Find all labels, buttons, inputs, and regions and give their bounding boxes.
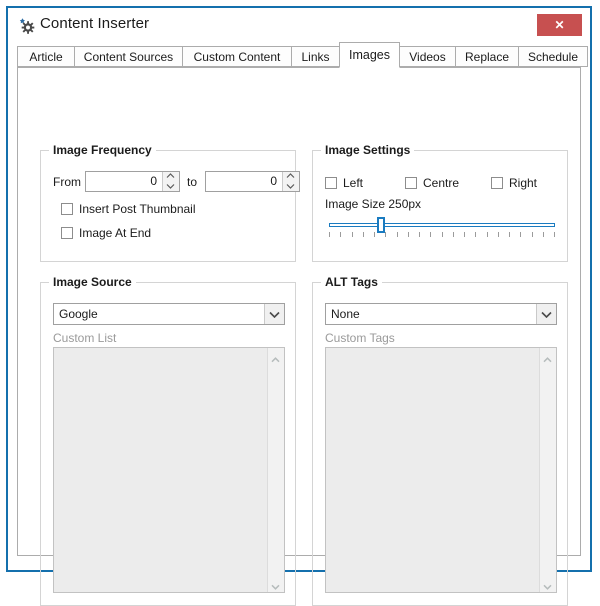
window-title: Content Inserter [40,15,150,32]
custom-list-label: Custom List [53,331,117,345]
image-source-title: Image Source [49,275,136,289]
image-settings-group: Image Settings Left Centre Right Image S… [312,143,568,262]
scroll-down-icon[interactable] [271,579,280,590]
checkbox-icon [491,177,503,189]
tab-content-sources[interactable]: Content Sources [74,46,183,67]
tab-replace[interactable]: Replace [455,46,519,67]
align-left-checkbox[interactable]: Left [325,175,363,191]
align-right-label: Right [509,176,538,190]
checkbox-icon [61,227,73,239]
checkbox-icon [61,203,73,215]
slider-tick [452,232,454,237]
image-at-end-label: Image At End [79,226,152,240]
title-bar: Content Inserter ✕ [8,8,590,42]
image-source-dropdown[interactable]: Google [53,303,285,325]
frequency-to-spinner[interactable]: 0 [205,171,300,192]
gear-icon [18,17,36,35]
image-frequency-group: Image Frequency From 0 to 0 Insert Post … [40,143,300,262]
custom-list-textarea[interactable] [53,347,285,593]
slider-tick [419,232,420,237]
alt-tags-title: ALT Tags [321,275,382,289]
close-button[interactable]: ✕ [537,14,582,36]
tab-images[interactable]: Images [339,42,400,68]
tab-videos[interactable]: Videos [399,46,456,67]
image-frequency-title: Image Frequency [49,143,156,157]
frequency-from-spinner[interactable]: 0 [85,171,180,192]
frequency-from-spin-buttons[interactable] [162,172,179,191]
frequency-from-spin-up[interactable] [163,172,179,182]
tab-links[interactable]: Links [291,46,340,67]
custom-list-text [54,348,267,592]
slider-tick [430,232,432,237]
align-centre-label: Centre [423,176,460,190]
frequency-to-value: 0 [270,174,277,188]
custom-tags-scrollbar[interactable] [539,348,556,592]
slider-ticks [329,232,555,238]
slider-tick [509,232,510,237]
to-label: to [187,175,198,189]
tab-strip: Article Content Sources Custom Content L… [17,42,588,68]
frequency-from-value: 0 [150,174,157,188]
image-source-value: Google [59,307,98,321]
slider-tick [441,232,443,237]
frequency-to-spin-buttons[interactable] [282,172,299,191]
alt-tags-value: None [331,307,360,321]
image-size-label: Image Size 250px [325,197,422,211]
slider-track[interactable] [329,223,555,227]
slider-tick [329,232,330,237]
align-right-checkbox[interactable]: Right [491,175,537,191]
tab-custom-content[interactable]: Custom Content [182,46,292,67]
slider-tick [542,232,544,237]
insert-post-thumbnail-label: Insert Post Thumbnail [79,202,196,216]
image-size-slider[interactable] [329,215,555,241]
custom-tags-text [326,348,539,592]
image-settings-title: Image Settings [321,143,415,157]
chevron-down-icon[interactable] [264,304,284,324]
image-at-end-checkbox[interactable]: Image At End [61,225,151,241]
checkbox-icon [325,177,337,189]
slider-tick [385,232,387,237]
from-label: From [53,175,81,189]
scroll-down-icon[interactable] [543,579,552,590]
image-source-group: Image Source Google Custom List [40,275,296,606]
slider-thumb[interactable] [376,217,385,233]
custom-tags-label: Custom Tags [325,331,395,345]
frequency-from-spin-down[interactable] [163,182,179,192]
scroll-up-icon[interactable] [271,352,280,363]
slider-tick [486,232,488,237]
frequency-to-spin-down[interactable] [283,182,299,192]
custom-tags-textarea[interactable] [325,347,557,593]
custom-list-scrollbar[interactable] [267,348,284,592]
scroll-up-icon[interactable] [543,352,552,363]
slider-tick [531,232,533,237]
align-left-label: Left [343,176,364,190]
align-centre-checkbox[interactable]: Centre [405,175,459,191]
slider-tick [351,232,353,237]
alt-tags-dropdown[interactable]: None [325,303,557,325]
slider-tick [374,232,375,237]
content-inserter-window: Content Inserter ✕ Article Content Sourc… [6,6,592,606]
frequency-to-spin-up[interactable] [283,172,299,182]
checkbox-icon [405,177,417,189]
slider-tick [362,232,364,237]
chevron-down-icon[interactable] [536,304,556,324]
slider-tick [554,232,555,237]
slider-tick [340,232,342,237]
slider-tick [464,232,465,237]
slider-tick [520,232,522,237]
tab-article[interactable]: Article [17,46,75,67]
slider-tick [475,232,477,237]
images-tab-panel: Image Frequency From 0 to 0 Insert Post … [17,67,581,606]
insert-post-thumbnail-checkbox[interactable]: Insert Post Thumbnail [61,201,196,217]
alt-tags-group: ALT Tags None Custom Tags [312,275,568,606]
slider-tick [396,232,398,237]
slider-tick [497,232,499,237]
tab-schedule[interactable]: Schedule [518,46,588,67]
slider-tick [407,232,409,237]
